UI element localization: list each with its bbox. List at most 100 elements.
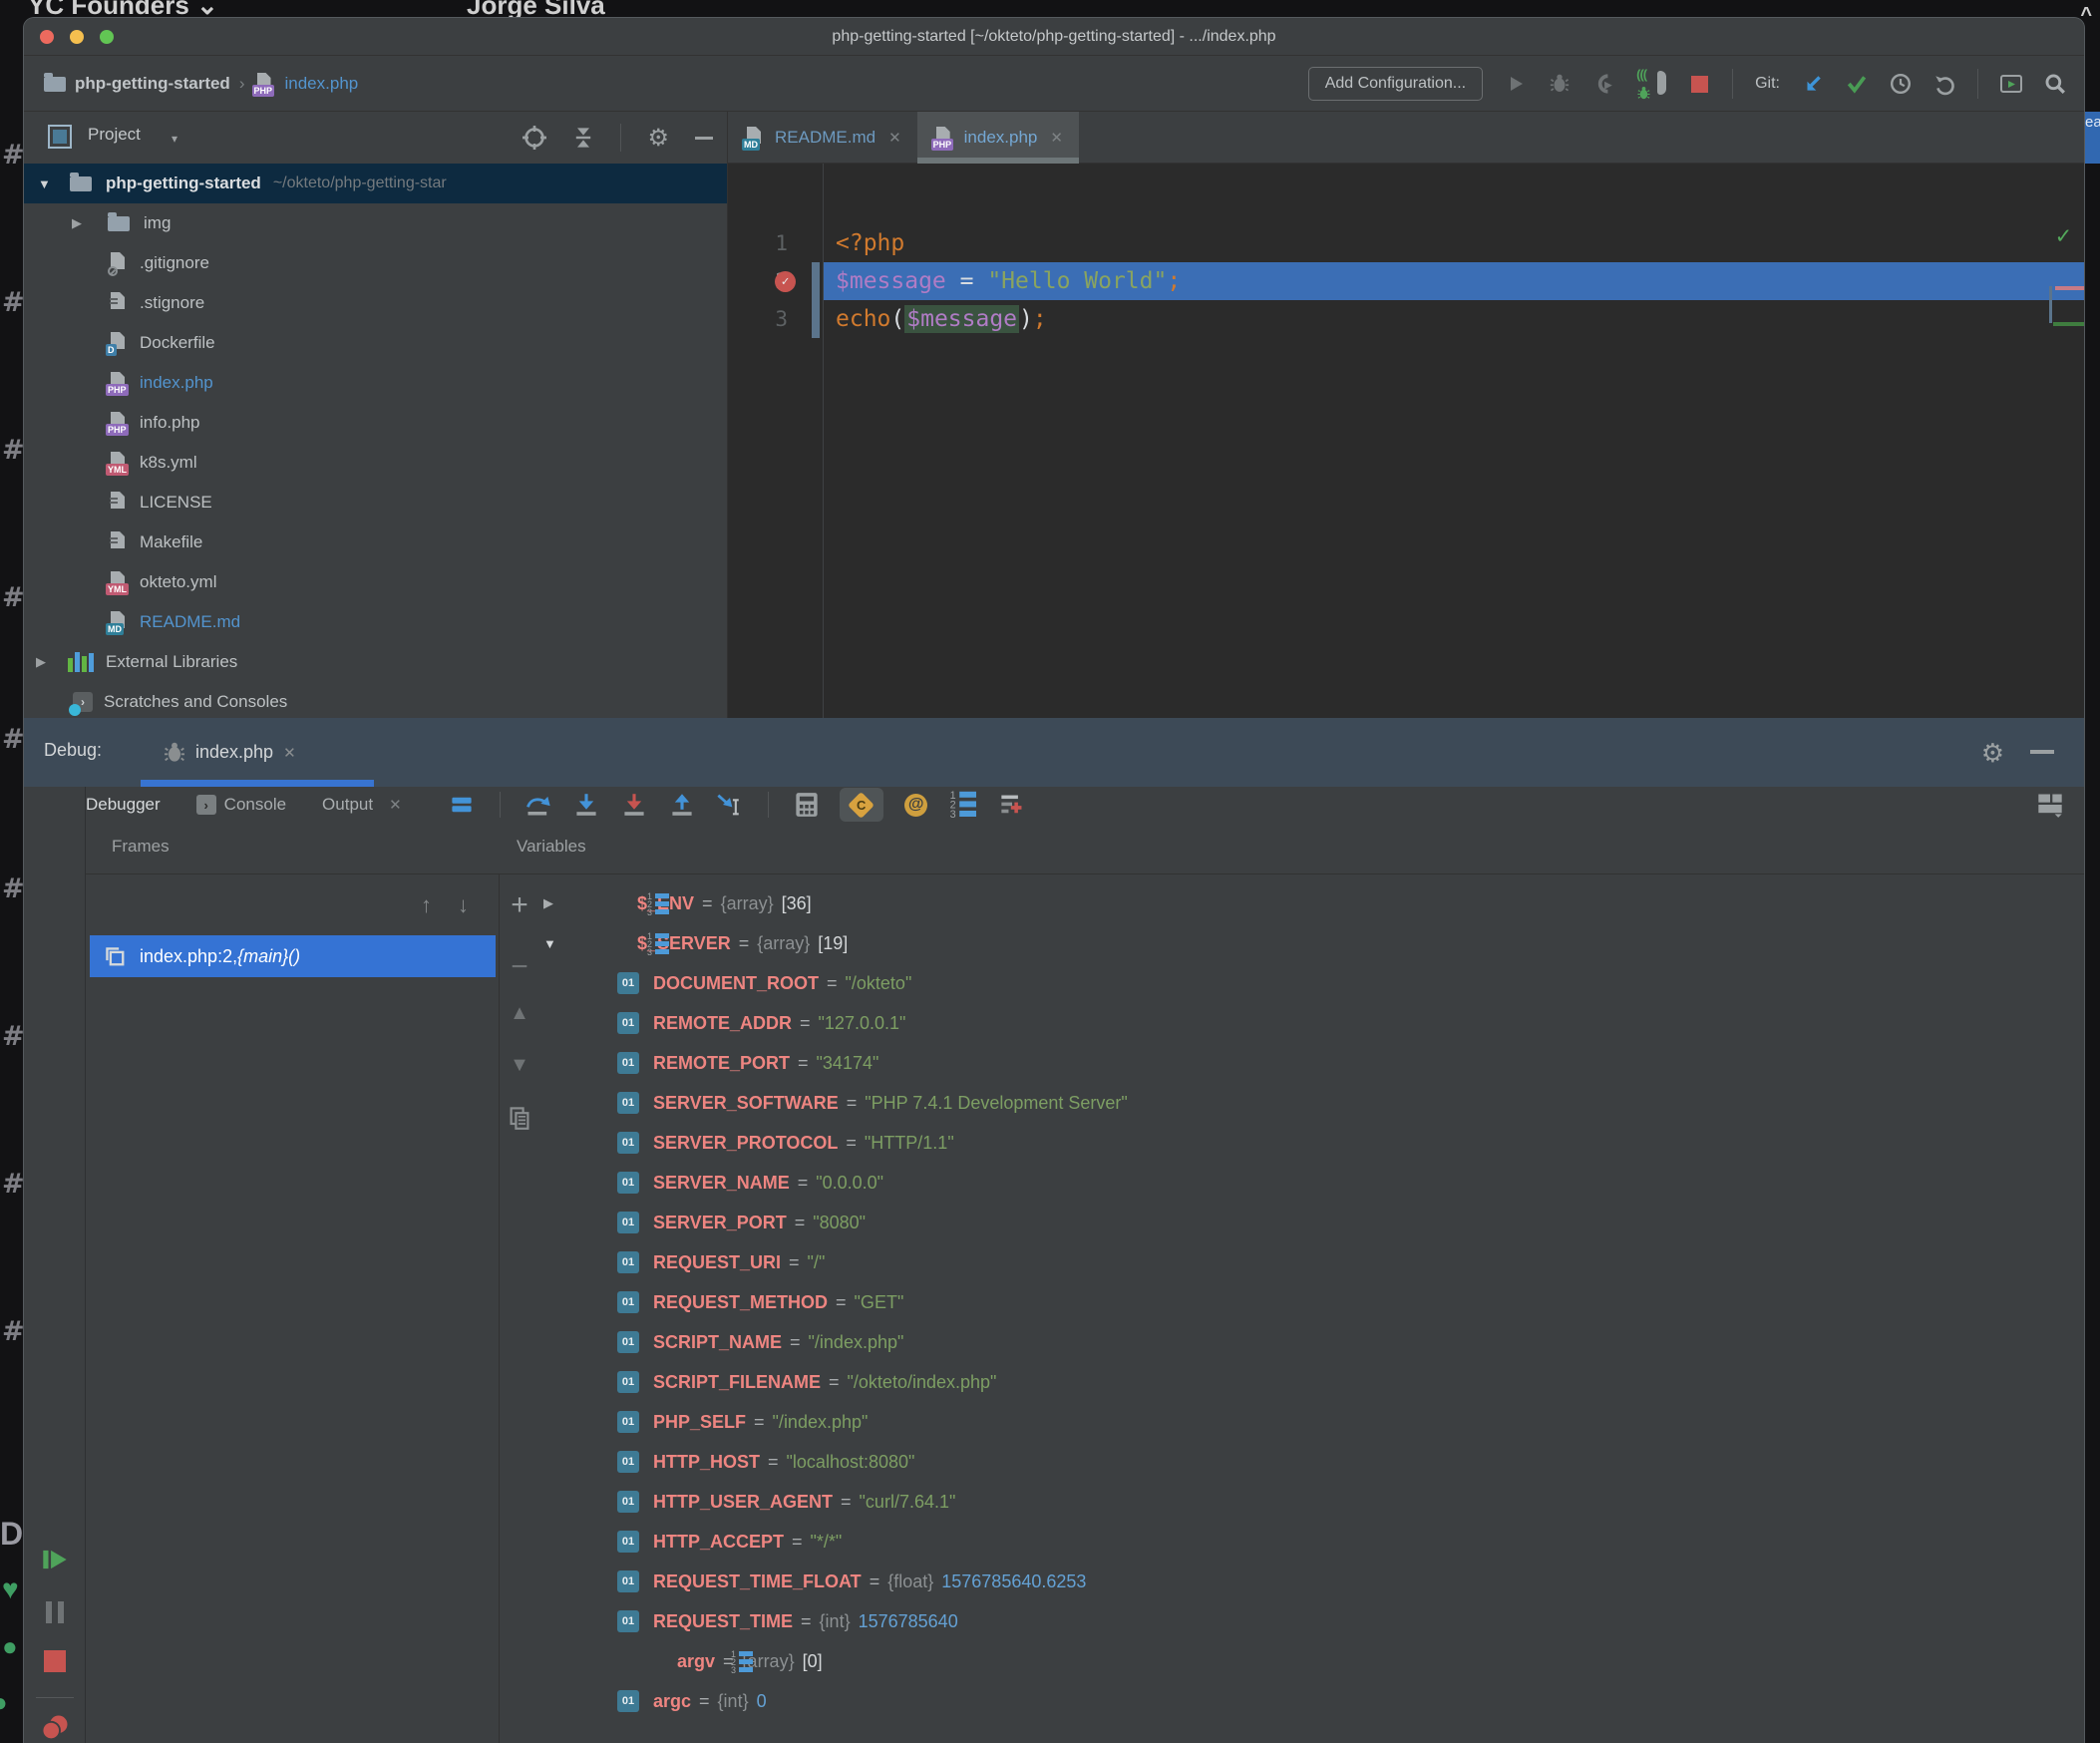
tree-item-license[interactable]: LICENSE	[24, 483, 727, 523]
move-down-button[interactable]: ▼	[500, 1054, 539, 1077]
variable-row[interactable]: 01HTTP_USER_AGENT="curl/7.64.1"	[539, 1482, 2084, 1522]
stop-icon[interactable]	[1688, 73, 1710, 95]
tree-item-readme-md[interactable]: MD README.md	[24, 602, 727, 642]
tab-readme-md[interactable]: MD README.md ✕	[728, 112, 917, 164]
variable-row[interactable]: 01SCRIPT_NAME="/index.php"	[539, 1322, 2084, 1362]
copy-icon[interactable]	[500, 1106, 539, 1130]
force-step-into-icon[interactable]	[619, 791, 649, 819]
variable-row[interactable]: 01DOCUMENT_ROOT="/okteto"	[539, 963, 2084, 1003]
variable-row[interactable]: 01HTTP_HOST="localhost:8080"	[539, 1442, 2084, 1482]
line-number[interactable]: 1	[728, 231, 788, 255]
tree-item-img[interactable]: ▶ img	[24, 203, 727, 243]
variable-row[interactable]: ▼ 123 $_SERVER ={array}[19]	[539, 923, 2084, 963]
variable-row[interactable]: 01PHP_SELF="/index.php"	[539, 1402, 2084, 1442]
remove-watch-button[interactable]: −	[500, 950, 539, 984]
variable-row[interactable]: 01argc={int}0	[539, 1681, 2084, 1721]
run-to-cursor-icon[interactable]	[715, 791, 745, 819]
variable-row[interactable]: 01REQUEST_METHOD="GET"	[539, 1282, 2084, 1322]
expander-icon[interactable]: ▶	[36, 654, 46, 670]
frame-up-icon[interactable]: ↑	[421, 892, 432, 918]
move-up-button[interactable]: ▲	[500, 1002, 539, 1025]
tree-item-makefile[interactable]: Makefile	[24, 523, 727, 562]
locate-file-icon[interactable]	[523, 126, 546, 150]
tab-index-php[interactable]: PHP index.php ✕	[917, 112, 1079, 164]
view-breakpoints-icon[interactable]	[24, 1714, 86, 1742]
run-icon[interactable]	[1505, 73, 1527, 95]
evaluate-expression-icon[interactable]	[792, 791, 822, 819]
tree-item-stignore[interactable]: .stignore	[24, 283, 727, 323]
step-over-icon[interactable]	[524, 791, 553, 819]
tree-item-external-libraries[interactable]: ▶ External Libraries	[24, 642, 727, 682]
variable-row[interactable]: 01SERVER_PROTOCOL="HTTP/1.1"	[539, 1123, 2084, 1163]
hide-panel-icon[interactable]	[2030, 750, 2054, 754]
tree-item-scratches[interactable]: › Scratches and Consoles	[24, 682, 727, 718]
stop-icon[interactable]	[24, 1650, 86, 1672]
add-configuration-button[interactable]: Add Configuration...	[1308, 67, 1483, 101]
rollback-icon[interactable]	[1933, 73, 1955, 95]
pause-icon[interactable]	[24, 1601, 86, 1623]
collapse-all-icon[interactable]	[572, 126, 594, 150]
run-anything-icon[interactable]	[2000, 73, 2022, 95]
tree-item-dockerfile[interactable]: D Dockerfile	[24, 323, 727, 363]
tab-output[interactable]: Output✕	[322, 795, 402, 815]
debug-session-tab[interactable]: index.php ✕	[164, 718, 296, 787]
attach-to-process-icon[interactable]	[1592, 73, 1614, 95]
variable-row[interactable]: ▶ 123 $_ENV ={array}[36]	[539, 883, 2084, 923]
at-references-icon[interactable]: @	[901, 791, 931, 819]
git-commit-icon[interactable]	[1846, 73, 1868, 95]
variable-row[interactable]: 01SERVER_SOFTWARE="PHP 7.4.1 Development…	[539, 1083, 2084, 1123]
add-watch-icon[interactable]	[997, 791, 1027, 819]
variable-row[interactable]: 01HTTP_ACCEPT="*/*"	[539, 1522, 2084, 1562]
variable-row[interactable]: 01REMOTE_ADDR="127.0.0.1"	[539, 1003, 2084, 1043]
tree-item-root[interactable]: ▼ php-getting-started ~/okteto/php-getti…	[24, 164, 727, 203]
frame-down-icon[interactable]: ↓	[458, 892, 469, 918]
close-icon[interactable]: ✕	[1050, 129, 1063, 147]
layout-settings-icon[interactable]	[2035, 791, 2065, 819]
history-icon[interactable]	[1890, 73, 1912, 95]
expander-icon[interactable]: ▶	[72, 215, 82, 231]
variable-row[interactable]: 01REQUEST_URI="/"	[539, 1242, 2084, 1282]
debug-icon[interactable]	[1549, 73, 1571, 95]
variable-row[interactable]: 01REQUEST_TIME={int}1576785640	[539, 1601, 2084, 1641]
variable-row[interactable]: 01REQUEST_TIME_FLOAT={float}1576785640.6…	[539, 1562, 2084, 1601]
variable-row[interactable]: 01SERVER_NAME="0.0.0.0"	[539, 1163, 2084, 1203]
breadcrumb-project[interactable]: php-getting-started	[75, 74, 230, 94]
expander-icon[interactable]: ▼	[543, 936, 557, 951]
variable-row[interactable]: 123argv={array}[0]	[539, 1641, 2084, 1681]
code-area[interactable]: 1 2 3 ✓ <?php $message = "Hello World"; …	[728, 164, 2084, 718]
line-number[interactable]: 3	[728, 307, 788, 331]
git-update-icon[interactable]	[1802, 73, 1824, 95]
breadcrumb-file[interactable]: index.php	[285, 74, 359, 94]
tree-item-info-php[interactable]: PHP info.php	[24, 403, 727, 443]
tree-item-k8s-yml[interactable]: YML k8s.yml	[24, 443, 727, 483]
expander-icon[interactable]: ▼	[38, 176, 51, 191]
step-out-icon[interactable]	[667, 791, 697, 819]
variable-row[interactable]: 01REMOTE_PORT="34174"	[539, 1043, 2084, 1083]
listen-debug-connections-icon[interactable]: (((	[1636, 73, 1666, 95]
gear-icon[interactable]: ⚙	[1981, 738, 2004, 769]
variable-row[interactable]: 01SCRIPT_FILENAME="/okteto/index.php"	[539, 1362, 2084, 1402]
step-into-icon[interactable]	[571, 791, 601, 819]
tab-console[interactable]: ›Console	[196, 795, 286, 815]
project-panel-title[interactable]: Project	[88, 125, 141, 145]
rerun-icon[interactable]	[24, 1547, 86, 1572]
variable-row[interactable]: 01SERVER_PORT="8080"	[539, 1203, 2084, 1242]
show-execution-point-icon[interactable]	[447, 791, 477, 819]
expander-icon[interactable]: ▶	[543, 895, 557, 911]
close-icon[interactable]: ✕	[283, 744, 296, 762]
add-watch-button[interactable]: +	[500, 888, 539, 922]
array-indices-icon[interactable]: 123	[949, 791, 979, 819]
tree-item-index-php[interactable]: PHP index.php	[24, 363, 727, 403]
search-everywhere-icon[interactable]	[2044, 73, 2066, 95]
hide-panel-icon[interactable]	[695, 137, 713, 140]
frame-row[interactable]: index.php:2, {main}()	[90, 935, 496, 977]
tree-item-okteto-yml[interactable]: YML okteto.yml	[24, 562, 727, 602]
chevron-down-icon[interactable]: ▾	[172, 132, 177, 146]
show-constants-icon[interactable]: C	[840, 788, 883, 822]
close-icon[interactable]: ✕	[888, 129, 901, 147]
close-icon[interactable]: ✕	[389, 796, 402, 814]
tree-item-gitignore[interactable]: .gitignore	[24, 243, 727, 283]
breakpoint-icon[interactable]: ✓	[775, 271, 796, 292]
gear-icon[interactable]: ⚙	[647, 124, 669, 153]
inspections-ok-icon[interactable]: ✓	[2056, 221, 2070, 249]
